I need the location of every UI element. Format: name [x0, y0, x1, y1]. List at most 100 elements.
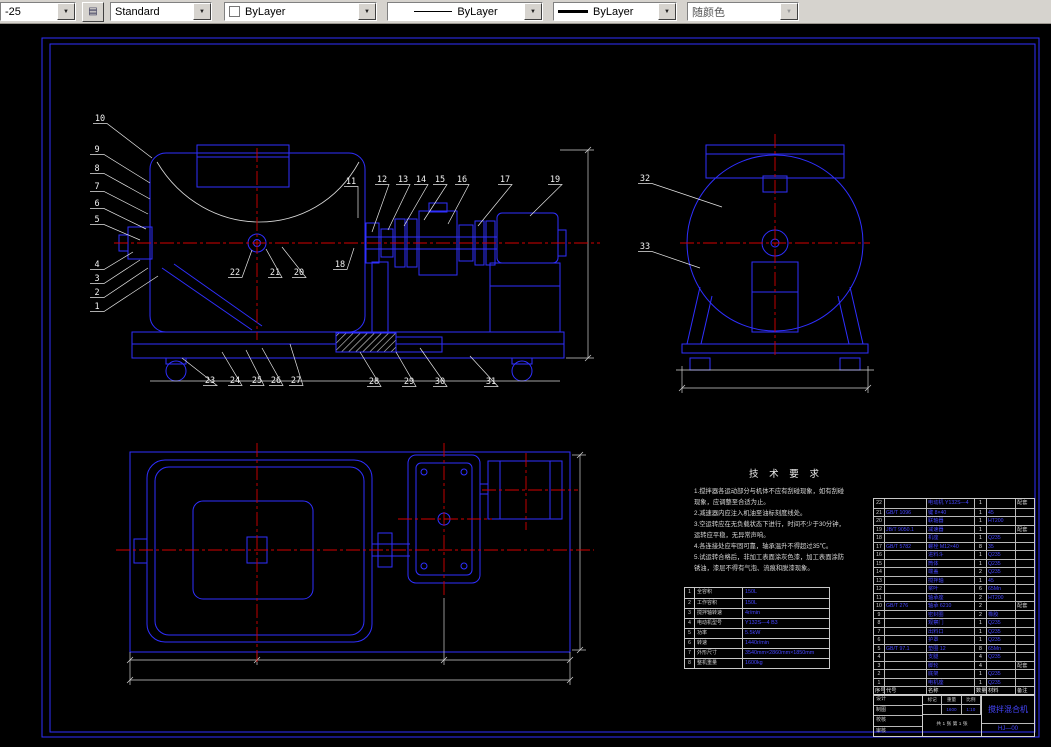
layer-combo[interactable]: -25 ▼ [0, 2, 76, 21]
callout-leader-15 [423, 184, 448, 221]
chevron-down-icon[interactable]: ▼ [658, 3, 676, 20]
callout-leader-32 [638, 183, 723, 208]
callout-number-30: 30 [435, 377, 445, 387]
tech-line: 4.各连接处应牢固可靠，轴承温升不得超过35℃。 [694, 543, 833, 550]
callout-number-17: 17 [500, 175, 510, 185]
white-geometry [150, 161, 874, 382]
plot-style-combo-value: 随颜色 [692, 6, 725, 19]
drawing-number: HJ—00 [982, 723, 1034, 736]
parts-row: 12 桨叶 6 65Mn [874, 584, 1034, 593]
style-combo-value: Standard [115, 5, 160, 18]
title-block-middle: 标记 重量 比例 1600 1:10 共 1 张 第 1 张 [923, 695, 982, 736]
callout-number-15: 15 [435, 175, 445, 185]
callout-number-21: 21 [270, 268, 280, 278]
callout-number-13: 13 [398, 175, 408, 185]
callout-leader-10 [93, 123, 153, 159]
stage-label: 标记 [923, 695, 943, 705]
tech-requirements-title: 技 术 要 求 [749, 469, 823, 480]
callout-number-26: 26 [271, 376, 281, 386]
spec-row: 7 外形尺寸 3540mm×2860mm×1850mm [685, 648, 829, 658]
linetype-combo-value: ByLayer [457, 5, 498, 18]
callout-number-19: 19 [550, 175, 560, 185]
callout-number-10: 10 [95, 114, 105, 124]
weight-label: 重量 [942, 695, 962, 705]
drawing-area[interactable]: 10 9 8 7 6 5 4 3 2 1 11 12 13 14 15 16 17 19 22 21 20 18 23 24 2… [0, 24, 1051, 747]
parts-row: 20 联轴器 1 HT200 [874, 516, 1034, 525]
callout-number-33: 33 [640, 242, 650, 252]
chevron-down-icon: ▼ [780, 3, 798, 20]
lineweight-combo[interactable]: ByLayer ▼ [553, 2, 677, 21]
style-combo[interactable]: Standard ▼ [110, 2, 212, 21]
spec-row: 6 转速 1440r/min [685, 638, 829, 648]
callout-leader-1 [90, 275, 159, 312]
technical-requirements: 技 术 要 求 1.搅拌器各运动部分与机体不应有刮碰现象，如有刮碰 现象，应调整… [694, 466, 878, 574]
callout-number-8: 8 [94, 164, 99, 174]
callout-number-28: 28 [369, 377, 379, 387]
callout-number-14: 14 [416, 175, 426, 185]
callout-number-24: 24 [230, 376, 240, 386]
callout-number-31: 31 [486, 377, 496, 387]
stage-value [923, 705, 943, 715]
title-block-sign-rows: 设计 制图 校核 审核 [874, 695, 923, 736]
weight-value: 1600 [942, 705, 962, 715]
spec-row: 5 功率 5.5kW [685, 628, 829, 638]
callout-number-1: 1 [94, 302, 99, 312]
parts-row: 18 机座 1 Q235 [874, 533, 1034, 542]
parts-row: 6 护罩 1 Q235 [874, 635, 1034, 644]
title-block-sign-label: 设计 [876, 696, 887, 702]
callout-number-22: 22 [230, 268, 240, 278]
callout-number-23: 23 [205, 376, 215, 386]
plot-style-combo[interactable]: 随颜色 ▼ [687, 2, 799, 21]
color-combo-value: ByLayer [245, 5, 286, 18]
callout-number-4: 4 [94, 260, 99, 270]
callout-number-27: 27 [291, 376, 301, 386]
spec-row: 8 整机重量 1600kg [685, 658, 829, 668]
callout-number-20: 20 [294, 268, 304, 278]
lineweight-combo-value: ByLayer [593, 5, 634, 18]
callout-number-5: 5 [94, 215, 99, 225]
chevron-down-icon[interactable]: ▼ [358, 3, 376, 20]
layer-combo-value: -25 [5, 5, 21, 18]
lineweight-sample-icon [558, 10, 588, 13]
chevron-down-icon[interactable]: ▼ [57, 3, 75, 20]
linetype-sample-icon [414, 11, 453, 12]
title-block-right: 搅拌混合机 HJ—00 [982, 695, 1034, 736]
callout-number-3: 3 [94, 274, 99, 284]
spec-row: 2 工作容积 150L [685, 598, 829, 608]
parts-row: 4 支腿 4 Q235 [874, 652, 1034, 661]
title-block: 设计 制图 校核 审核 标记 重量 比例 1600 1:10 共 1 张 第 1 张 … [873, 694, 1035, 737]
linetype-combo[interactable]: ByLayer ▼ [387, 2, 543, 21]
callout-number-6: 6 [94, 199, 99, 209]
chevron-down-icon[interactable]: ▼ [524, 3, 542, 20]
color-combo[interactable]: ByLayer ▼ [224, 2, 377, 21]
callout-number-12: 12 [377, 175, 387, 185]
parts-row: 2 底架 1 Q235 [874, 669, 1034, 678]
parts-row: 17 GB/T 5782 螺栓 M12×40 8 35 [874, 541, 1034, 550]
spec-row: 4 电动机型号 Y132S—4 B3 [685, 618, 829, 628]
callout-number-7: 7 [94, 182, 99, 192]
spec-table: 1 全容积 150L 2 工作容积 150L 3 搅拌轴转速 4r/min 4 电动机型号 Y132S… [684, 587, 830, 669]
tech-line: 2.减速器内应注入机油至油标刻度线处。 [694, 510, 807, 517]
parts-row: 22 电动机 Y132S—4 1 配套 [874, 499, 1034, 508]
callout-number-29: 29 [404, 377, 414, 387]
callout-leader-12 [371, 184, 390, 233]
parts-row: 14 端盖 2 Q235 [874, 567, 1034, 576]
scale-label: 比例 [961, 695, 981, 705]
parts-row: 10 GB/T 276 轴承 6210 2 配套 [874, 601, 1034, 610]
tech-line: 1.搅拌器各运动部分与机体不应有刮碰现象，如有刮碰 [694, 488, 845, 495]
parts-row: 13 搅拌轴 1 45 [874, 575, 1034, 584]
spec-row: 1 全容积 150L [685, 588, 829, 598]
parts-table: 22 电动机 Y132S—4 1 配套 21 GB/T 1096 键 8×40 1 45 20 联轴… [873, 498, 1035, 696]
text-style-button[interactable]: ▤ [82, 1, 104, 22]
callout-number-18: 18 [335, 260, 345, 270]
tech-line: 3.空运转应在无负载状态下进行，时间不少于30分钟， [694, 521, 845, 528]
callout-number-2: 2 [94, 288, 99, 298]
chevron-down-icon[interactable]: ▼ [193, 3, 211, 20]
callout-leader-17 [477, 184, 513, 227]
parts-row: 16 进料斗 1 Q235 [874, 550, 1034, 559]
tech-requirements-lines: 1.搅拌器各运动部分与机体不应有刮碰现象，如有刮碰 现象，应调整至合适为止。 2.… [694, 486, 878, 574]
parts-row: 11 轴承座 2 HT200 [874, 592, 1034, 601]
callout-number-32: 32 [640, 174, 650, 184]
callout-leader-16 [447, 184, 470, 225]
callout-number-16: 16 [457, 175, 467, 185]
